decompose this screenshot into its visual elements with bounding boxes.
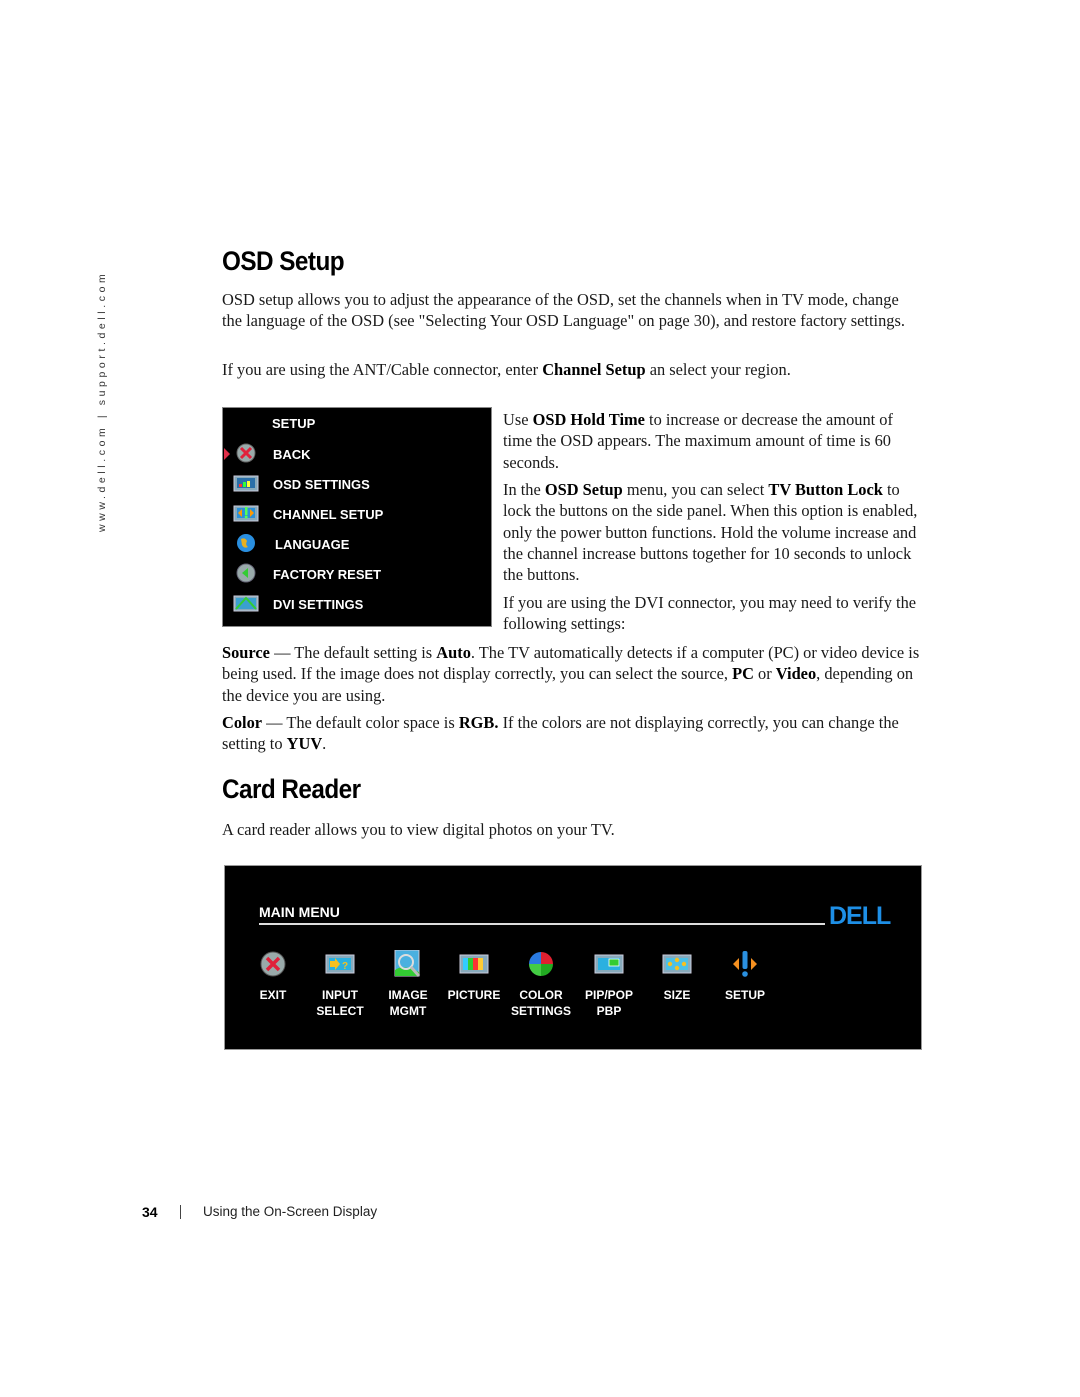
- osd-item-label: DVI SETTINGS: [273, 597, 364, 612]
- yuv-term: YUV: [286, 734, 323, 754]
- osd-setup-heading: OSD Setup: [222, 246, 345, 276]
- color-term: Color: [222, 713, 263, 732]
- osd-intro-paragraph: OSD setup allows you to adjust the appea…: [222, 290, 905, 331]
- ant-cable-paragraph: If you are using the ANT/Cable connector…: [222, 359, 922, 380]
- image-mgmt-icon: [394, 950, 421, 977]
- osd-item-back[interactable]: BACK: [223, 441, 491, 467]
- exit-icon: [260, 951, 286, 977]
- channel-setup-icon: [233, 505, 259, 522]
- pip-pop-icon: [594, 954, 624, 974]
- auto-term: Auto: [436, 643, 471, 662]
- text: If you are using the ANT/Cable connector…: [222, 360, 543, 379]
- globe-icon: [237, 534, 255, 552]
- hold-time-paragraph: Use OSD Hold Time to increase or decreas…: [503, 409, 921, 473]
- color-paragraph: Color — The default color space is RGB. …: [222, 712, 922, 755]
- dell-logo: DELL: [829, 902, 891, 930]
- channel-setup-term: Channel Setup: [542, 360, 646, 379]
- osd-menu-title: SETUP: [272, 416, 316, 431]
- text: — The default color space is: [262, 713, 459, 732]
- text: .: [322, 734, 327, 754]
- osd-item-label: LANGUAGE: [275, 537, 350, 552]
- main-menu-divider: [259, 923, 825, 925]
- text: or: [753, 664, 776, 684]
- selection-arrow-icon: [224, 448, 230, 460]
- input-select-icon: ?: [325, 954, 355, 974]
- osd-item-channel-setup[interactable]: CHANNEL SETUP: [223, 501, 491, 527]
- main-menu-item-label: IMAGE MGMT: [388, 988, 428, 1018]
- footer-section-title: Using the On-Screen Display: [203, 1204, 378, 1219]
- footer-divider: [180, 1205, 181, 1219]
- rgb-term: RGB.: [458, 713, 499, 732]
- card-reader-intro: A card reader allows you to view digital…: [222, 820, 615, 839]
- video-term: Video: [775, 664, 817, 684]
- dvi-settings-icon: [233, 595, 259, 612]
- main-menu-item-label: COLOR SETTINGS: [510, 988, 571, 1018]
- main-menu-item-color-settings[interactable]: COLOR SETTINGS: [505, 946, 577, 1036]
- text: an select your region.: [645, 360, 791, 379]
- factory-reset-icon: [236, 563, 256, 583]
- osd-item-language[interactable]: LANGUAGE: [223, 531, 491, 557]
- text: menu, you can select: [622, 480, 769, 499]
- main-menu-item-pip-pop[interactable]: PIP/POP PBP: [573, 946, 645, 1036]
- osd-setup-term: OSD Setup: [544, 480, 623, 499]
- text: Use: [503, 410, 533, 429]
- sidebar-url: www.dell.com | support.dell.com: [96, 270, 108, 532]
- osd-item-label: FACTORY RESET: [273, 567, 382, 582]
- page-number: 34: [142, 1204, 158, 1220]
- button-lock-paragraph: In the OSD Setup menu, you can select TV…: [503, 479, 921, 585]
- svg-text:?: ?: [342, 961, 348, 972]
- source-term: Source: [222, 643, 270, 662]
- main-menu-panel: MAIN MENU DELL EXIT ? INPUT SELECT IMAGE…: [224, 865, 922, 1050]
- picture-icon: [459, 954, 489, 974]
- osd-item-factory-reset[interactable]: FACTORY RESET: [223, 561, 491, 587]
- dvi-note-paragraph: If you are using the DVI connector, you …: [503, 593, 917, 634]
- osd-hold-time-term: OSD Hold Time: [532, 410, 645, 429]
- main-menu-item-exit[interactable]: EXIT: [237, 946, 309, 1036]
- main-menu-item-size[interactable]: SIZE: [641, 946, 713, 1036]
- size-icon: [662, 954, 692, 974]
- setup-icon: [733, 951, 757, 977]
- main-menu-title: MAIN MENU: [259, 904, 340, 920]
- main-menu-item-label: PIP/POP PBP: [584, 988, 634, 1018]
- main-menu-item-label: SIZE: [663, 988, 691, 1002]
- card-reader-heading: Card Reader: [222, 774, 361, 804]
- main-menu-item-input-select[interactable]: ? INPUT SELECT: [304, 946, 376, 1036]
- back-x-icon: [236, 443, 256, 463]
- osd-item-osd-settings[interactable]: OSD SETTINGS: [223, 471, 491, 497]
- osd-item-label: CHANNEL SETUP: [273, 507, 384, 522]
- color-settings-icon: [529, 952, 553, 976]
- text: In the: [503, 480, 545, 499]
- osd-item-label: OSD SETTINGS: [273, 477, 370, 492]
- osd-setup-menu: SETUP BACK OSD SETTINGS CHANNEL SETUP LA…: [222, 407, 492, 627]
- source-paragraph: Source — The default setting is Auto. Th…: [222, 642, 922, 706]
- main-menu-item-label: INPUT SELECT: [316, 988, 364, 1018]
- osd-settings-icon: [233, 475, 259, 492]
- main-menu-item-setup[interactable]: SETUP: [709, 946, 781, 1036]
- main-menu-item-picture[interactable]: PICTURE: [438, 946, 510, 1036]
- pc-term: PC: [732, 664, 754, 684]
- main-menu-item-label: SETUP: [724, 988, 765, 1002]
- tv-button-lock-term: TV Button Lock: [768, 480, 883, 499]
- main-menu-item-label: PICTURE: [447, 988, 501, 1002]
- main-menu-item-image-mgmt[interactable]: IMAGE MGMT: [372, 946, 444, 1036]
- main-menu-item-label: EXIT: [259, 988, 287, 1002]
- osd-item-label: BACK: [273, 447, 311, 462]
- text: — The default setting is: [269, 643, 437, 662]
- osd-item-dvi-settings[interactable]: DVI SETTINGS: [223, 591, 491, 617]
